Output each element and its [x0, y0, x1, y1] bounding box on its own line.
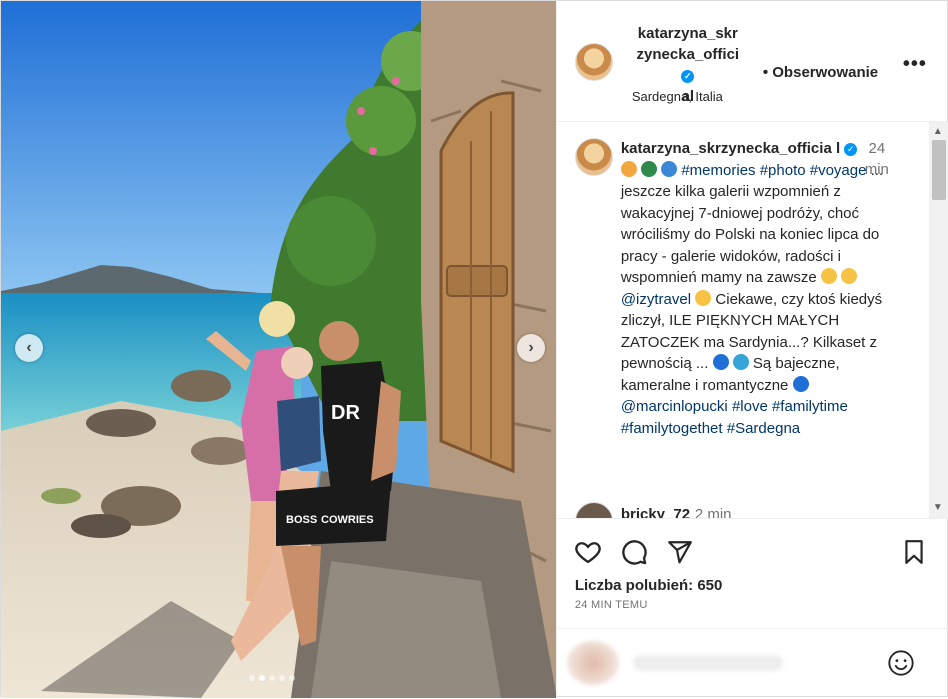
carousel-dot: [279, 675, 285, 681]
compass-emoji-icon: [620, 160, 637, 177]
author-username-line1: katarzyna_skr: [637, 25, 738, 42]
carousel-indicator: [249, 675, 295, 681]
scrollbar-thumb[interactable]: [931, 140, 946, 200]
scroll-down-arrow-icon[interactable]: ▼: [933, 502, 943, 513]
author-username-line2: zynecka_offici: [636, 46, 740, 63]
blue-heart-emoji-icon: [792, 375, 809, 392]
scroll-up-arrow-icon[interactable]: ▲: [933, 126, 943, 137]
hashtag-sardegna[interactable]: #Sardegna: [727, 420, 800, 437]
caption-avatar[interactable]: [574, 138, 613, 176]
globe-emoji-icon: [641, 160, 657, 177]
mention-marcinlopucki[interactable]: @marcinlopucki: [621, 398, 728, 415]
commenter-avatar[interactable]: [574, 502, 613, 518]
separator-dot: •: [762, 64, 769, 81]
carousel-dot-active: [259, 675, 265, 681]
wave-emoji-icon: [661, 160, 678, 177]
thumbs-up-emoji-icon: [820, 268, 837, 284]
carousel-prev-button[interactable]: ‹: [15, 334, 43, 362]
verified-badge-icon: ✓: [844, 143, 858, 156]
mention-izytravel[interactable]: @izytravel: [621, 291, 691, 308]
comment-timestamp: 2 min: [694, 506, 732, 518]
heart-icon[interactable]: [573, 537, 603, 567]
comments-scrollbar[interactable]: ▲ ▼: [928, 122, 948, 518]
caption: katarzyna_skrzynecka_officia l ✓ #memori…: [620, 138, 911, 439]
more-options-icon[interactable]: •••: [903, 53, 927, 76]
post-location[interactable]: Sardegna, Italia: [632, 89, 723, 104]
blurred-text: [632, 655, 783, 671]
post-side-panel: katarzyna_skr zynecka_offici ✓ al • Obse…: [555, 1, 948, 699]
author-avatar[interactable]: [574, 43, 613, 81]
smile-emoji-icon: [841, 268, 858, 284]
shirt-text: DR: [331, 402, 360, 424]
bookmark-icon[interactable]: [899, 537, 929, 567]
caption-ellipsis: ...: [870, 161, 884, 179]
beach-photo-illustration: DR BOSS COWRIES: [1, 1, 556, 698]
blue-heart-emoji-icon: [712, 354, 729, 370]
hashtag-love[interactable]: #love: [732, 398, 768, 415]
blurred-avatar: [566, 641, 619, 685]
emoji-picker-icon[interactable]: [887, 649, 917, 679]
carousel-dot: [269, 675, 275, 681]
caption-hashtags[interactable]: #memories #photo #voyage: [681, 162, 866, 179]
sun-emoji-icon: [695, 289, 712, 306]
post-photo[interactable]: DR BOSS COWRIES ‹ ›: [1, 1, 556, 698]
hashtag-familytime[interactable]: #familytime: [772, 398, 848, 415]
follow-label: Obserwowanie: [772, 64, 879, 81]
instagram-post: DR BOSS COWRIES ‹ › katarzyna_skr zyneck…: [0, 0, 948, 699]
post-header: katarzyna_skr zynecka_offici ✓ al • Obse…: [556, 1, 947, 122]
comments-area[interactable]: 24 min katarzyna_skrzynecka_officia l ✓ #…: [557, 122, 948, 518]
shorts-text-2: COWRIES: [321, 514, 374, 526]
likes-count[interactable]: Liczba polubień: 650: [575, 577, 723, 594]
carousel-dot: [289, 675, 295, 681]
post-age: 24 MIN TEMU: [574, 599, 648, 611]
add-comment-bar: [556, 628, 948, 699]
hashtag-familytogethet[interactable]: #familytogethet: [621, 420, 723, 437]
shorts-text: BOSS: [286, 514, 317, 526]
dolphin-emoji-icon: [732, 354, 749, 370]
post-actions: Liczba polubień: 650 24 MIN TEMU: [556, 518, 948, 629]
carousel-dot: [249, 675, 255, 681]
verified-badge-icon: ✓: [681, 70, 695, 83]
caption-username[interactable]: katarzyna_skrzynecka_officia l: [621, 140, 840, 157]
comment-icon[interactable]: [619, 537, 649, 567]
carousel-next-button[interactable]: ›: [517, 334, 545, 362]
caption-text-1: jeszcze kilka galerii wzpomnień z wakacy…: [620, 183, 880, 286]
follow-status-button[interactable]: • Obserwowanie: [763, 64, 878, 81]
commenter-username[interactable]: bricky_72: [621, 506, 690, 518]
share-icon[interactable]: [665, 537, 695, 567]
